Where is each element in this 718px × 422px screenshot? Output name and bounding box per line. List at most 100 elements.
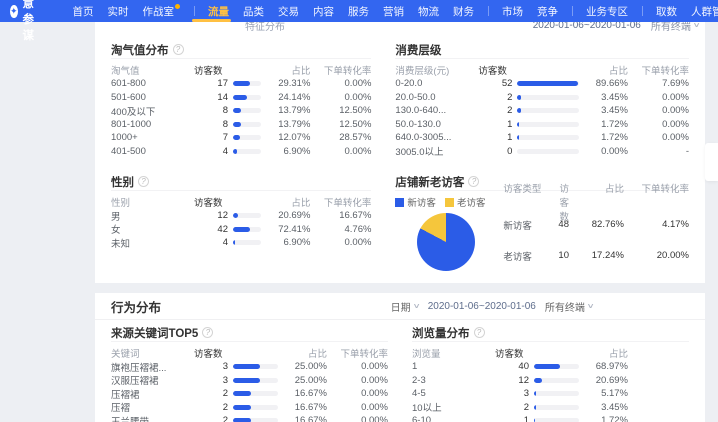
bar-track (517, 95, 579, 100)
nav-item[interactable]: 流量 (187, 0, 236, 22)
table-row: 401-500 4 6.90% 0.00% (111, 145, 371, 159)
table-row: 0-20.0 52 89.66% 7.69% (395, 77, 689, 91)
legend-item-new[interactable]: 新访客 (395, 195, 436, 209)
table-row: 130.0-640... 2 3.45% 0.00% (395, 104, 689, 118)
nav-item[interactable]: 内容 (306, 0, 341, 22)
panel-title: 性别 (111, 174, 134, 190)
section-title: 行为分布 (111, 297, 161, 316)
nav-item[interactable]: 取数 (635, 0, 684, 22)
nav-item[interactable]: 实时 (101, 0, 136, 22)
bar-fill (233, 227, 250, 232)
help-icon[interactable]: ? (202, 327, 213, 338)
table-header: 性别 访客数 占比 下单转化率 (111, 194, 371, 209)
main-content: 特征分布 2020-01-06~2020-01-06 所有终端 ∨ 淘气值分布 (95, 22, 705, 422)
bar-fill (534, 418, 535, 422)
panel-title: 店铺新老访客 (395, 174, 464, 190)
table-row: 400及以下 8 13.79% 12.50% (111, 104, 371, 118)
bar-track (233, 149, 261, 154)
section-header-clipped: 特征分布 2020-01-06~2020-01-06 所有终端 ∨ (95, 22, 705, 37)
help-icon[interactable]: ? (138, 176, 149, 187)
bar-fill (517, 122, 519, 127)
bar-track (233, 364, 278, 369)
bar-fill (233, 108, 241, 113)
brand[interactable]: ✦ 生意参谋 (10, 0, 40, 43)
table-row: 20.0-50.0 2 3.45% 0.00% (395, 91, 689, 105)
legend-swatch-yellow (445, 198, 454, 207)
notification-badge (175, 4, 180, 9)
panel-title: 淘气值分布 (111, 42, 169, 58)
bar-fill (233, 240, 235, 245)
nav-divider (642, 6, 643, 16)
bar-fill (233, 391, 251, 396)
nav-divider (194, 6, 195, 16)
bar-fill (233, 378, 260, 383)
table-row: 老访客 10 17.24% 20.00% (503, 240, 689, 271)
nav-item[interactable]: 竞争 (530, 0, 565, 22)
help-icon[interactable]: ? (474, 327, 485, 338)
panel-title: 消费层级 (395, 42, 441, 58)
brand-name: 生意参谋 (23, 0, 40, 43)
screen: ✦ 生意参谋 首页 实时 作战室 (0, 0, 718, 422)
bar-track (233, 418, 278, 422)
bar-fill (517, 135, 519, 140)
nav-item[interactable]: 物流 (411, 0, 446, 22)
bar-fill (233, 122, 241, 127)
feature-distribution-card: 特征分布 2020-01-06~2020-01-06 所有终端 ∨ 淘气值分布 (95, 22, 705, 283)
table-row: 501-600 14 24.14% 0.00% (111, 91, 371, 105)
panel-source-keywords: 来源关键词TOP5 ? 关键词 访客数 占比 下单转化率 旗袍压褶裙... (111, 324, 388, 422)
help-icon[interactable]: ? (468, 176, 479, 187)
nav-item[interactable]: 业务专区 (565, 0, 635, 22)
table-row: 压褶 2 16.67% 0.00% (111, 401, 388, 415)
nav-item[interactable]: 人群管理 (684, 0, 718, 22)
panel-consume-level: 消费层级 消费层级(元) 访客数 占比 下单转化率 0-20.0 52 (395, 41, 689, 158)
bar-track (233, 135, 261, 140)
legend-item-old[interactable]: 老访客 (445, 195, 486, 209)
nav-item[interactable]: 市场 (481, 0, 530, 22)
nav-item[interactable]: 营销 (376, 0, 411, 22)
terminal-select[interactable]: 所有终端 ∨ (651, 22, 699, 33)
table-row: 601-800 17 29.31% 0.00% (111, 77, 371, 91)
bar-fill (233, 405, 251, 410)
bar-fill (534, 405, 536, 410)
behavior-distribution-card: 行为分布 日期 ∨ 2020-01-06~2020-01-06 所有终端 ∨ (95, 293, 705, 422)
bar-track (233, 81, 261, 86)
bar-fill (233, 95, 247, 100)
bar-fill (534, 378, 542, 383)
table-row: 2-3 12 20.69% (412, 374, 689, 388)
visitor-pie-chart[interactable] (417, 213, 475, 271)
floating-side-widget[interactable] (705, 143, 718, 181)
nav-item[interactable]: 交易 (271, 0, 306, 22)
table-row: 玉兰腰带 2 16.67% 0.00% (111, 414, 388, 422)
table-row: 10以上 2 3.45% (412, 401, 689, 415)
table-row: 女 42 72.41% 4.76% (111, 223, 371, 237)
bar-fill (517, 95, 520, 100)
date-range-picker[interactable]: 2020-01-06~2020-01-06 (533, 22, 641, 31)
nav-item[interactable]: 首页 (66, 0, 101, 22)
help-icon[interactable]: ? (173, 44, 184, 55)
bar-fill (517, 108, 520, 113)
date-mode-select[interactable]: 日期 ∨ (391, 299, 419, 314)
terminal-select[interactable]: 所有终端 ∨ (545, 299, 593, 314)
nav-item[interactable]: 品类 (236, 0, 271, 22)
nav-item[interactable]: 财务 (446, 0, 481, 22)
bar-fill (233, 81, 250, 86)
bar-track (233, 227, 261, 232)
nav-item[interactable]: 服务 (341, 0, 376, 22)
bar-track (233, 405, 278, 410)
table-row: 640.0-3005... 1 1.72% 0.00% (395, 131, 689, 145)
bar-track (534, 378, 579, 383)
bar-fill (517, 81, 577, 86)
bar-track (517, 81, 579, 86)
date-range-picker[interactable]: 2020-01-06~2020-01-06 (428, 301, 536, 312)
bar-track (534, 418, 579, 422)
section-title: 特征分布 (245, 22, 285, 33)
bar-track (534, 364, 579, 369)
panel-pageview-distribution: 浏览量分布 ? 浏览量 访客数 占比 1 40 (412, 324, 689, 422)
bar-track (233, 122, 261, 127)
panel-new-old-visitors: 店铺新老访客 ? 新访客 老访客 访客类型 访客数 占比 下单转化率 (395, 173, 689, 271)
bar-fill (233, 364, 260, 369)
nav-item[interactable]: 作战室 (136, 0, 188, 22)
legend-swatch-blue (395, 198, 404, 207)
table-header: 关键词 访客数 占比 下单转化率 (111, 345, 388, 360)
table-row: 未知 4 6.90% 0.00% (111, 236, 371, 250)
